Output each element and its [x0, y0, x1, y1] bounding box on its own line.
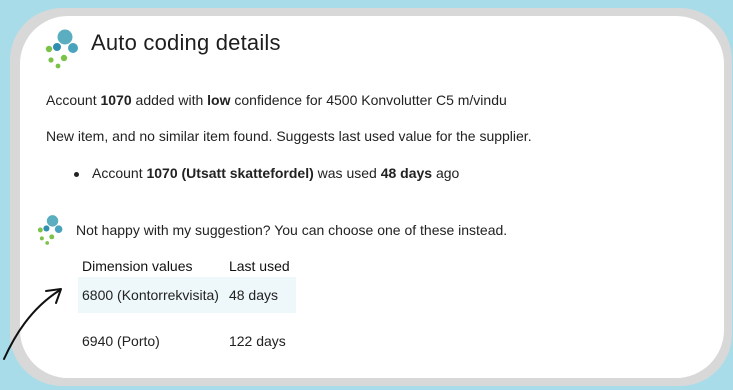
- dimension-value[interactable]: 6800 (Kontorrekvisita): [78, 277, 225, 313]
- row-spacer: [78, 313, 296, 323]
- last-used-value[interactable]: 48 days: [224, 277, 296, 313]
- account-number: 1070: [100, 92, 132, 108]
- dimension-value[interactable]: 6940 (Porto): [78, 323, 225, 359]
- account-mid: added with: [135, 92, 204, 108]
- account-suffix: confidence for 4500 Konvolutter C5 m/vin…: [234, 92, 507, 108]
- usage-bullet: Account 1070 (Utsatt skattefordel) was u…: [92, 165, 459, 181]
- last-used-value[interactable]: 122 days: [225, 323, 296, 359]
- usage-prefix: Account: [92, 165, 143, 181]
- usage-suffix: ago: [435, 165, 460, 181]
- assistant-logo-icon: [37, 215, 63, 245]
- account-prefix: Account: [46, 92, 97, 108]
- header-last-used: Last used: [228, 258, 290, 274]
- account-summary: Account 1070 added with low confidence f…: [46, 92, 507, 108]
- usage-account: 1070 (Utsatt skattefordel): [146, 165, 314, 181]
- dimension-table: Dimension values Last used 6800 (Kontorr…: [78, 254, 296, 359]
- arrow-icon: [3, 288, 62, 360]
- bullet-dot: [74, 172, 79, 177]
- assistant-logo-icon: [45, 29, 78, 69]
- reason-text: New item, and no similar item found. Sug…: [46, 128, 532, 144]
- header-dimension: Dimension values: [82, 258, 193, 274]
- usage-days: 48 days: [380, 165, 433, 181]
- table-row[interactable]: 6940 (Porto) 122 days: [78, 323, 296, 359]
- confidence-level: low: [207, 92, 231, 108]
- table-row[interactable]: 6800 (Kontorrekvisita) 48 days: [78, 277, 296, 313]
- dialog-title: Auto coding details: [91, 30, 281, 55]
- usage-mid: was used: [317, 165, 377, 181]
- table-header: Dimension values Last used: [78, 254, 296, 277]
- alternative-prompt: Not happy with my suggestion? You can ch…: [76, 222, 508, 238]
